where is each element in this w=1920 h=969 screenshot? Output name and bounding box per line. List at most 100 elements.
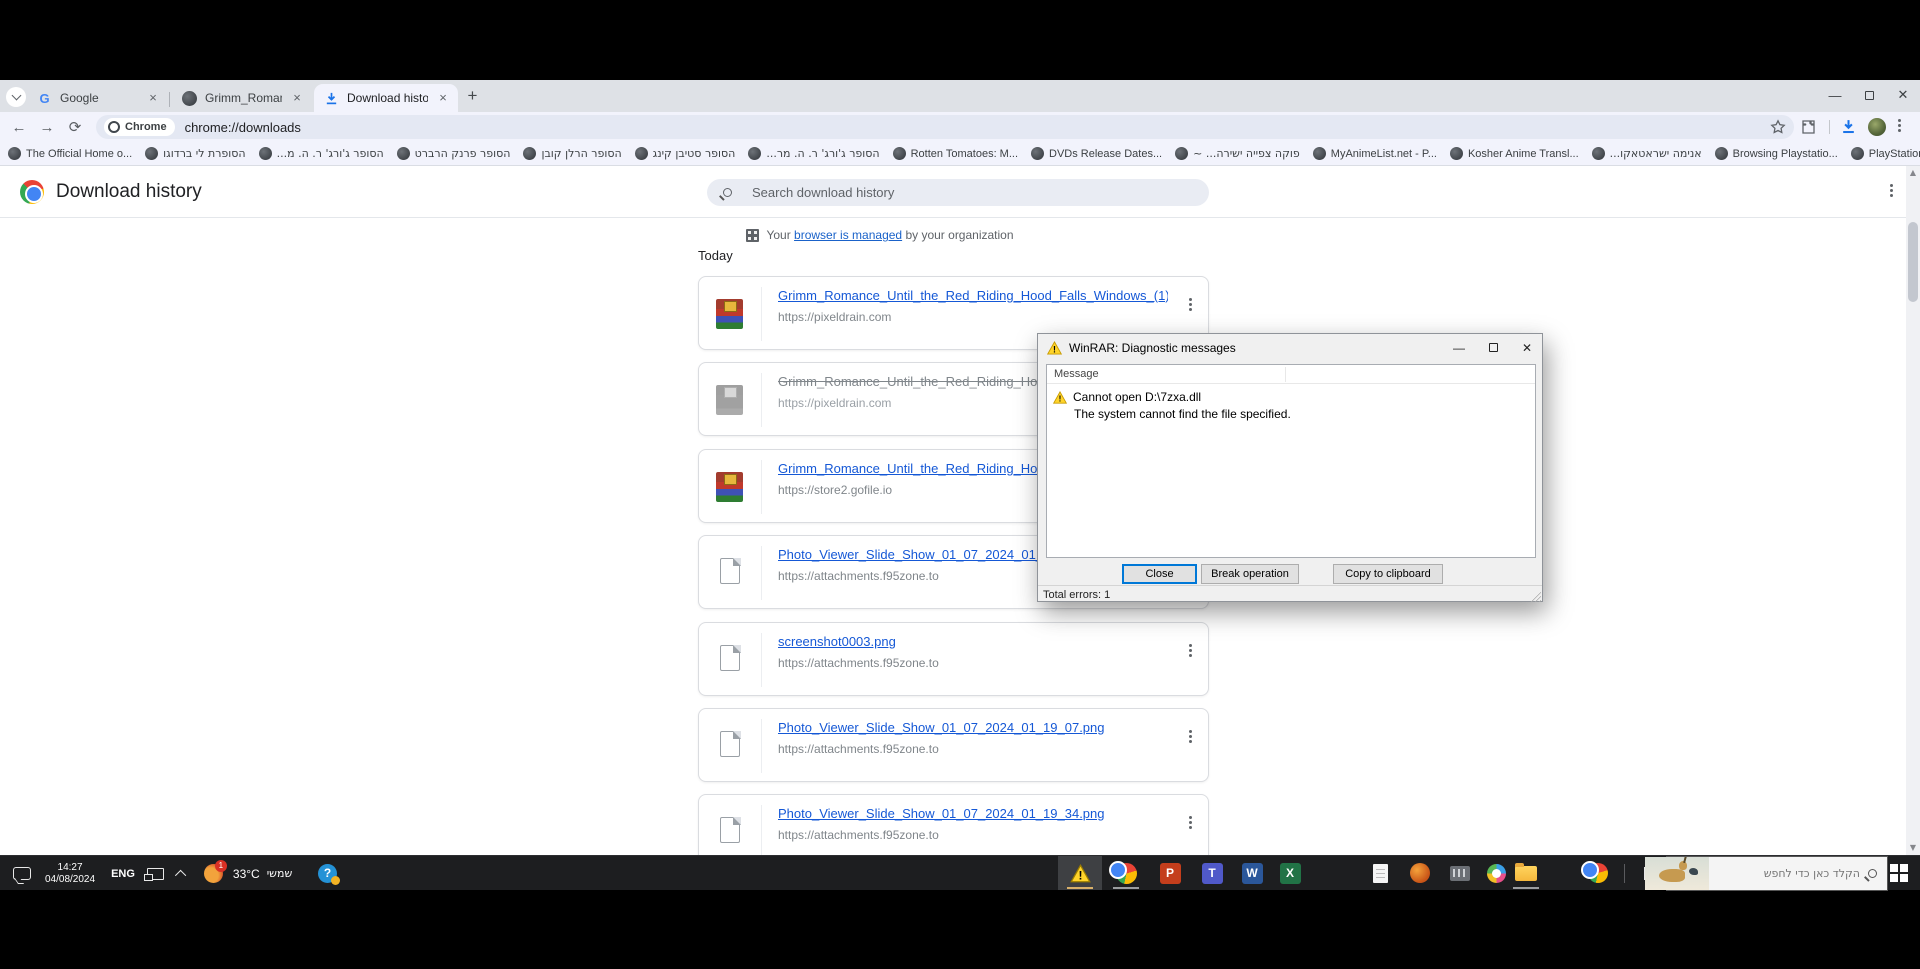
download-item-menu-icon[interactable] xyxy=(1185,640,1196,661)
scrollbar-thumb[interactable] xyxy=(1908,222,1918,302)
download-file-link[interactable]: Photo_Viewer_Slide_Show_01_07_2024_01_19… xyxy=(778,720,1105,735)
window-maximize-button[interactable] xyxy=(1852,80,1886,110)
dialog-title: WinRAR: Diagnostic messages xyxy=(1069,341,1236,355)
globe-favicon-icon xyxy=(397,147,410,160)
bookmark-item[interactable]: Kosher Anime Transl... xyxy=(1450,147,1579,160)
page-scrollbar[interactable]: ▲ ▼ xyxy=(1906,166,1920,855)
dialog-minimize-button[interactable]: — xyxy=(1442,334,1476,361)
taskbar-file-explorer[interactable] xyxy=(1504,856,1548,890)
taskbar-teams[interactable]: T xyxy=(1190,856,1234,890)
file-icon xyxy=(716,731,740,757)
search-highlight-image[interactable] xyxy=(1645,857,1709,890)
profile-avatar[interactable] xyxy=(1868,118,1886,136)
taskbar-powerpoint[interactable]: P xyxy=(1148,856,1192,890)
extensions-icon[interactable] xyxy=(1800,119,1816,135)
running-indicator xyxy=(1067,887,1093,889)
taskbar: 14:27 04/08/2024 ENG 1 33°C שמשי ? ! P T… xyxy=(0,855,1920,890)
taskbar-browser-circle[interactable] xyxy=(1576,856,1620,890)
url-chip[interactable]: Chrome xyxy=(104,118,175,136)
bookmark-item[interactable]: אנימה ישראטאקו... xyxy=(1592,147,1702,160)
search-input[interactable] xyxy=(752,185,1195,200)
taskbar-search-box[interactable] xyxy=(1666,856,1888,891)
organization-icon xyxy=(746,229,759,242)
weather-description[interactable]: שמשי xyxy=(267,867,293,880)
taskbar-notepad[interactable] xyxy=(1358,856,1402,890)
tab-download-history[interactable]: Download history × xyxy=(314,84,458,112)
taskbar-search-input[interactable] xyxy=(1709,867,1866,880)
notification-app-icon[interactable]: 1 xyxy=(204,864,223,883)
weather-temperature[interactable]: 33°C xyxy=(233,867,260,881)
chrome-logo-icon xyxy=(20,180,44,204)
start-button[interactable] xyxy=(1890,864,1908,882)
dialog-close-icon[interactable]: ✕ xyxy=(1510,334,1544,361)
download-source-url: https://attachments.f95zone.to xyxy=(778,569,939,583)
bookmark-item[interactable]: פוקה צפייה ישירה... ~ xyxy=(1175,147,1300,160)
bookmark-item[interactable]: הסופר ג'ורג' ר. ה. מ... xyxy=(259,147,384,160)
new-tab-button[interactable]: + xyxy=(464,88,481,105)
close-tab-icon[interactable]: × xyxy=(146,91,160,105)
dialog-message-list: Message ! Cannot open D:\7zxa.dll The sy… xyxy=(1046,364,1536,558)
tab-grimm[interactable]: Grimm_Romance_Until_the_Red × xyxy=(172,84,312,112)
taskbar-separator xyxy=(1624,864,1625,883)
window-minimize-button[interactable]: — xyxy=(1818,80,1852,110)
taskbar-winrar-warning[interactable]: ! xyxy=(1058,856,1102,890)
break-operation-button[interactable]: Break operation xyxy=(1201,564,1299,584)
bookmark-item[interactable]: Browsing Playstatio... xyxy=(1715,147,1838,160)
warning-icon: ! xyxy=(1053,391,1067,404)
scroll-up-icon[interactable]: ▲ xyxy=(1906,166,1920,180)
bookmark-item[interactable]: הסופר ג'ורג' ר. ה. מר... xyxy=(748,147,879,160)
download-item-menu-icon[interactable] xyxy=(1185,726,1196,747)
bookmark-item[interactable]: הסופרת לי ברדוגו xyxy=(145,147,245,160)
tab-label: Download history xyxy=(347,91,428,105)
taskbar-excel[interactable]: X xyxy=(1268,856,1312,890)
language-indicator[interactable]: ENG xyxy=(111,868,135,880)
chat-icon[interactable] xyxy=(13,867,31,880)
downloads-toolbar-icon[interactable] xyxy=(1840,118,1857,135)
bookmark-label: PlayStation Store -... xyxy=(1869,148,1920,160)
browser-menu-icon[interactable] xyxy=(1898,119,1901,132)
forward-button[interactable]: → xyxy=(36,116,58,138)
tab-search-button[interactable] xyxy=(6,87,26,107)
hidden-icons-chevron[interactable] xyxy=(175,869,186,880)
bookmark-label: הסופר ג'ורג' ר. ה. מר... xyxy=(766,147,879,160)
reload-button[interactable]: ⟳ xyxy=(64,116,86,138)
error-message-line1: ! Cannot open D:\7zxa.dll xyxy=(1047,384,1535,404)
chrome-icon xyxy=(1116,863,1137,884)
bookmark-item[interactable]: הסופר סטיבן קינג xyxy=(635,147,736,160)
chrome-mono-icon xyxy=(108,121,120,133)
taskbar-app-orange[interactable] xyxy=(1398,856,1442,890)
bookmark-item[interactable]: The Official Home o... xyxy=(8,147,132,160)
bookmark-item[interactable]: DVDs Release Dates... xyxy=(1031,147,1162,160)
window-close-button[interactable]: ✕ xyxy=(1886,80,1920,110)
download-file-link[interactable]: screenshot0003.png xyxy=(778,634,896,649)
taskbar-chrome[interactable] xyxy=(1104,856,1148,890)
bookmark-star-icon[interactable] xyxy=(1770,119,1786,135)
download-file-link[interactable]: Grimm_Romance_Until_the_Red_Riding_Hood_… xyxy=(778,288,1168,303)
dialog-maximize-button[interactable] xyxy=(1476,334,1510,361)
input-indicator-icon[interactable] xyxy=(147,868,164,880)
taskbar-clock[interactable]: 14:27 04/08/2024 xyxy=(45,862,95,886)
download-file-link[interactable]: Photo_Viewer_Slide_Show_01_07_2024_01_19… xyxy=(778,806,1105,821)
bookmark-item[interactable]: MyAnimeList.net - P... xyxy=(1313,147,1437,160)
tab-google[interactable]: G Google × xyxy=(27,84,168,112)
globe-favicon-icon xyxy=(748,147,761,160)
download-item-menu-icon[interactable] xyxy=(1185,294,1196,315)
close-button[interactable]: Close xyxy=(1122,564,1197,584)
address-bar[interactable]: Chrome chrome://downloads xyxy=(96,115,1794,139)
download-item-menu-icon[interactable] xyxy=(1185,812,1196,833)
bookmark-item[interactable]: הסופר פרנק הרברט xyxy=(397,147,511,160)
bookmark-item[interactable]: PlayStation Store -... xyxy=(1851,147,1920,160)
resize-grip[interactable] xyxy=(1531,592,1541,602)
back-button[interactable]: ← xyxy=(8,116,30,138)
bookmark-item[interactable]: Rotten Tomatoes: M... xyxy=(893,147,1018,160)
scroll-down-icon[interactable]: ▼ xyxy=(1906,841,1920,855)
bookmark-item[interactable]: הסופר הרלן קובן xyxy=(523,147,621,160)
download-source-url: https://attachments.f95zone.to xyxy=(778,828,939,842)
help-icon[interactable]: ? xyxy=(318,864,337,883)
managed-link[interactable]: browser is managed xyxy=(794,228,902,242)
downloads-search[interactable] xyxy=(707,179,1209,206)
close-tab-icon[interactable]: × xyxy=(290,91,304,105)
downloads-menu-icon[interactable] xyxy=(1890,184,1893,197)
close-tab-icon[interactable]: × xyxy=(436,91,450,105)
copy-to-clipboard-button[interactable]: Copy to clipboard xyxy=(1333,564,1443,584)
